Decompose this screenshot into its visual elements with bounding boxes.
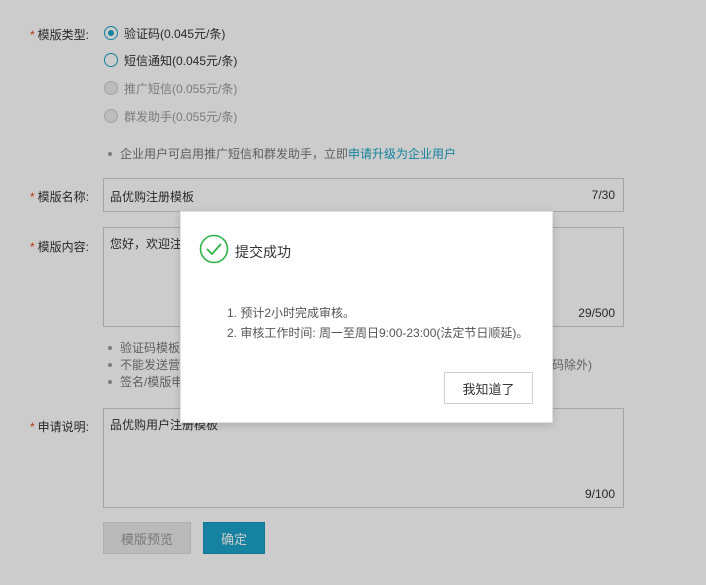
dialog-message-line: 2. 审核工作时间: 周一至周日9:00-23:00(法定节日顺延)。 <box>227 326 529 340</box>
dialog-title: 提交成功 <box>235 244 291 260</box>
submit-success-dialog: 提交成功 1. 预计2小时完成审核。 2. 审核工作时间: 周一至周日9:00-… <box>180 211 553 423</box>
got-it-button[interactable]: 我知道了 <box>444 372 533 404</box>
success-check-icon <box>199 234 229 264</box>
dialog-message-line: 1. 预计2小时完成审核。 <box>227 306 356 320</box>
